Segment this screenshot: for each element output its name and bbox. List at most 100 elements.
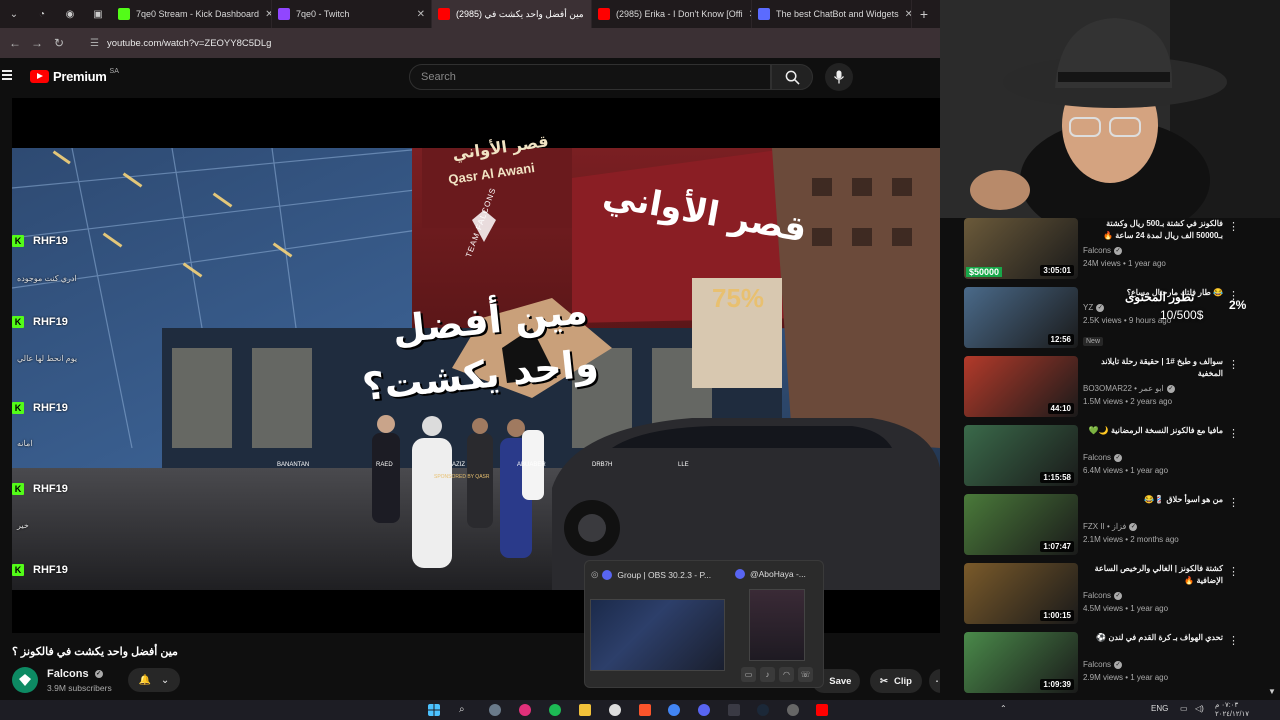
hamburger-menu-icon[interactable] bbox=[2, 70, 12, 80]
app-icon[interactable] bbox=[549, 704, 561, 716]
kick-logo-icon: K bbox=[12, 235, 24, 247]
pinned-tab-icon[interactable]: ◔ bbox=[28, 0, 56, 28]
channel-info[interactable]: Falcons ✓ 3.9M subscribers bbox=[12, 667, 112, 693]
voice-search-button[interactable] bbox=[825, 63, 853, 91]
recommended-title[interactable]: مافيا مع فالكونز النسخة الرمضانية 🌙💚 bbox=[1083, 425, 1223, 437]
scroll-down-icon[interactable]: ▼ bbox=[1268, 687, 1276, 696]
more-options-icon[interactable]: ⋮ bbox=[1228, 427, 1239, 440]
headphones-icon[interactable]: ◠ bbox=[779, 667, 794, 682]
chat-message: K RHF19 bbox=[12, 564, 68, 576]
recommended-title[interactable]: سوالف و طبخ #1 | حقيقة رحلة تايلاند المخ… bbox=[1083, 356, 1223, 380]
preview-item-obs[interactable]: ◎ Group | OBS 30.2.3 - P... bbox=[591, 569, 711, 580]
chevron-up-icon[interactable]: ⌃ bbox=[1000, 704, 1007, 713]
falcons-logo-icon bbox=[19, 674, 31, 686]
new-tab-button[interactable]: + bbox=[912, 6, 936, 22]
taskbar-preview-popup[interactable]: ◎ Group | OBS 30.2.3 - P... @AboHaya -..… bbox=[584, 560, 824, 688]
video-thumbnail[interactable]: 1:09:39 bbox=[964, 632, 1078, 693]
settings-icon[interactable] bbox=[489, 704, 501, 716]
forward-icon[interactable]: → bbox=[26, 36, 48, 50]
recommended-video[interactable]: 44:10 سوالف و طبخ #1 | حقيقة رحلة تايلاند… bbox=[964, 356, 1280, 420]
language-indicator[interactable]: ENG bbox=[1151, 704, 1168, 713]
pinned-tab-icon[interactable]: ▣ bbox=[84, 0, 112, 28]
volume-icon[interactable]: ◁) bbox=[1195, 704, 1204, 713]
search-input[interactable]: Search bbox=[409, 64, 771, 90]
youtube-logo[interactable]: Premium SA bbox=[30, 68, 119, 84]
site-info-icon[interactable]: ☰ bbox=[90, 38, 99, 49]
discord-window-thumbnail[interactable] bbox=[749, 589, 805, 661]
end-call-icon[interactable]: ☏ bbox=[798, 667, 813, 682]
recommended-video[interactable]: 1:00:15 كشتة فالكونز | الغالي والرخيص الس… bbox=[964, 563, 1280, 627]
more-options-icon[interactable]: ⋮ bbox=[1228, 634, 1239, 647]
tab-search-icon[interactable]: ⌄ bbox=[0, 0, 28, 28]
windows-start-icon[interactable] bbox=[428, 704, 440, 716]
recommended-channel[interactable]: Falcons ✓ bbox=[1083, 591, 1123, 600]
more-options-icon[interactable]: ⋮ bbox=[1228, 565, 1239, 578]
network-icon[interactable]: ▭ bbox=[1180, 704, 1188, 713]
recommended-video[interactable]: 1:15:58 مافيا مع فالكونز النسخة الرمضانية… bbox=[964, 425, 1280, 489]
notification-bell-button[interactable]: 🔔 ⌄ bbox=[128, 668, 180, 692]
recommended-meta: 4.5M views • 1 year ago bbox=[1083, 604, 1169, 613]
browser-tab[interactable]: 7qe0 - Twitch ✕ bbox=[272, 0, 432, 28]
recommended-title[interactable]: تحدي الهواف بـ كرة القدم في لندن ⚽ bbox=[1083, 632, 1223, 644]
video-thumbnail[interactable]: 12:56 bbox=[964, 287, 1078, 348]
channel-avatar[interactable] bbox=[12, 667, 38, 693]
file-explorer-icon[interactable] bbox=[579, 704, 591, 716]
browser-tab[interactable]: The best ChatBot and Widgets ✕ bbox=[752, 0, 912, 28]
recommended-title[interactable]: كشتة فالكونز | الغالي والرخيص الساعة الإ… bbox=[1083, 563, 1223, 587]
more-options-icon[interactable]: ⋮ bbox=[1228, 220, 1239, 233]
close-tab-icon[interactable]: ✕ bbox=[259, 9, 271, 20]
recommended-channel[interactable]: BO3OMAR22 • ابو عمر ✓ bbox=[1083, 384, 1175, 393]
terminal-icon[interactable] bbox=[728, 704, 740, 716]
video-player[interactable]: قصر الأواني قصر الأواني Qasr Al Awani 75… bbox=[12, 98, 940, 633]
recommended-channel[interactable]: FZX II • فزاز ✓ bbox=[1083, 522, 1138, 531]
video-thumbnail[interactable]: 1:07:47 bbox=[964, 494, 1078, 555]
discord-icon[interactable] bbox=[698, 704, 710, 716]
obs-icon[interactable] bbox=[609, 704, 621, 716]
pinned-tab-icon[interactable]: ◉ bbox=[56, 0, 84, 28]
recommended-title[interactable]: من هو اسوأ حلاق 💈😂 bbox=[1083, 494, 1223, 506]
camera-icon[interactable]: ▭ bbox=[741, 667, 756, 682]
app-icon[interactable] bbox=[519, 704, 531, 716]
brave-icon[interactable] bbox=[639, 704, 651, 716]
more-options-icon[interactable]: ⋮ bbox=[1228, 496, 1239, 509]
recommended-video[interactable]: 1:07:47 من هو اسوأ حلاق 💈😂 FZX II • فزاز ✓ 2… bbox=[964, 494, 1280, 558]
app-icon[interactable] bbox=[787, 704, 799, 716]
steam-icon[interactable] bbox=[757, 704, 769, 716]
close-tab-icon[interactable]: ✕ bbox=[411, 9, 425, 20]
clock[interactable]: ٠٧:٠٣ م ٢٠٢٤/١٢/١٧ bbox=[1215, 701, 1249, 719]
preview-item-discord[interactable]: @AboHaya -... bbox=[735, 569, 806, 579]
microphone-icon[interactable]: ♪ bbox=[760, 667, 775, 682]
url-field[interactable]: ☰ youtube.com/watch?v=ZEOYY8C5DLg bbox=[90, 38, 271, 49]
chrome-icon[interactable] bbox=[668, 704, 680, 716]
webcam-overlay bbox=[940, 0, 1280, 218]
search-icon[interactable]: ⌕ bbox=[459, 704, 471, 716]
channel-name[interactable]: Falcons ✓ bbox=[47, 668, 112, 680]
close-tab-icon[interactable]: ✕ bbox=[899, 9, 911, 20]
recommended-title[interactable]: فالكونز في كشتة بـ500 ريال وكشتة بـ50000… bbox=[1083, 218, 1223, 242]
search-button[interactable] bbox=[771, 64, 813, 90]
recommended-channel[interactable]: Falcons ✓ bbox=[1083, 246, 1123, 255]
recommended-video[interactable]: 1:09:39 تحدي الهواف بـ كرة القدم في لندن … bbox=[964, 632, 1280, 696]
browser-tab[interactable]: (2985) Erika - I Don't Know [Offi ✕ bbox=[592, 0, 752, 28]
browser-tab-active[interactable]: (2985) مين أفضل واحد يكشت في ✕ bbox=[432, 0, 592, 28]
recommended-channel[interactable]: Falcons ✓ bbox=[1083, 453, 1123, 462]
browser-tab[interactable]: 7qe0 Stream - Kick Dashboard ✕ bbox=[112, 0, 272, 28]
clip-button[interactable]: ✂ Clip bbox=[870, 669, 922, 693]
chat-text: يوم انحط لها عالي bbox=[17, 354, 78, 363]
obs-window-thumbnail[interactable] bbox=[590, 599, 725, 671]
recommended-channel[interactable]: Falcons ✓ bbox=[1083, 660, 1123, 669]
back-icon[interactable]: ← bbox=[4, 36, 26, 50]
reload-icon[interactable]: ↻ bbox=[48, 36, 70, 50]
recommended-video[interactable]: $50000 3:05:01 فالكونز في كشتة بـ500 ريال … bbox=[964, 218, 1280, 282]
video-thumbnail[interactable]: $50000 3:05:01 bbox=[964, 218, 1078, 279]
close-tab-icon[interactable]: ✕ bbox=[743, 9, 751, 20]
video-thumbnail[interactable]: 1:15:58 bbox=[964, 425, 1078, 486]
video-thumbnail[interactable]: 44:10 bbox=[964, 356, 1078, 417]
video-thumbnail[interactable]: 1:00:15 bbox=[964, 563, 1078, 624]
chat-message: K RHF19 bbox=[12, 402, 68, 414]
close-tab-icon[interactable]: ✕ bbox=[584, 9, 591, 20]
more-options-icon[interactable]: ⋮ bbox=[1228, 358, 1239, 371]
kick-icon bbox=[118, 8, 130, 20]
youtube-icon[interactable] bbox=[816, 704, 828, 716]
recommended-channel[interactable]: YZ ✓ bbox=[1083, 303, 1105, 312]
